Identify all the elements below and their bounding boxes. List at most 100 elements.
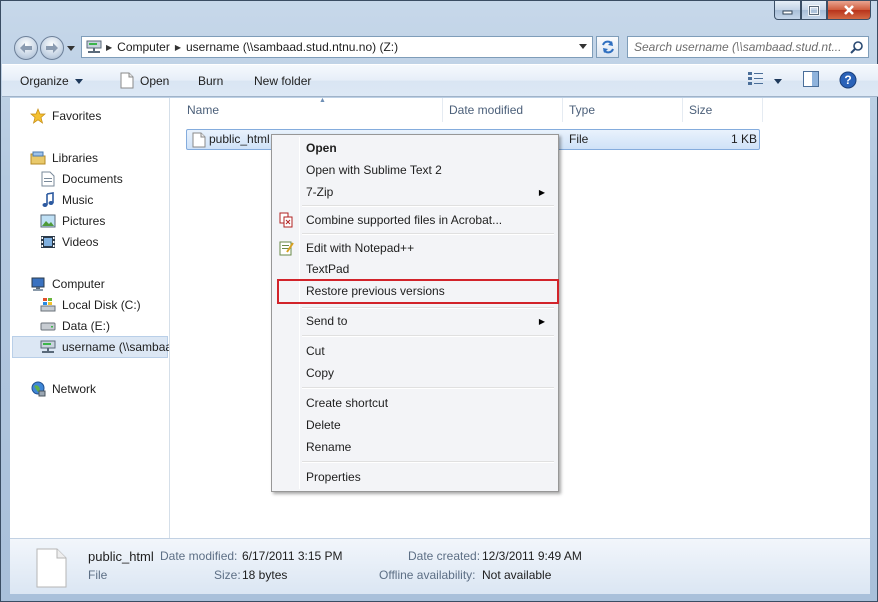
network-drive-icon [86, 40, 102, 53]
caption-buttons [774, 1, 871, 20]
maximize-button[interactable] [801, 1, 827, 20]
minimize-icon [782, 10, 793, 14]
column-type-label: Type [569, 103, 596, 117]
menu-item-create-shortcut[interactable]: Create shortcut [306, 393, 388, 413]
refresh-button[interactable] [596, 36, 619, 58]
nav-pictures-label: Pictures [62, 214, 106, 228]
nav-computer[interactable]: Computer [30, 274, 105, 294]
change-view-button[interactable] [748, 71, 764, 85]
nav-pictures[interactable]: Pictures [40, 211, 105, 231]
back-button[interactable] [14, 36, 38, 60]
menu-item-7zip-label: 7-Zip [306, 185, 334, 199]
submenu-arrow-icon: ▶ [538, 316, 545, 326]
preview-pane-icon [803, 71, 819, 87]
nav-network[interactable]: Network [30, 379, 96, 399]
burn-label: Burn [198, 74, 224, 88]
details-date-modified-label: Date modified: [160, 549, 238, 563]
details-size-label: Size: [214, 568, 241, 582]
organize-button[interactable]: Organize [20, 74, 83, 88]
menu-item-edit-notepad-label: Edit with Notepad++ [306, 241, 415, 255]
menu-separator [302, 335, 554, 337]
column-header-type[interactable]: Type [563, 98, 683, 122]
burn-button[interactable]: Burn [198, 74, 223, 88]
open-button[interactable]: Open [120, 72, 169, 89]
new-folder-button[interactable]: New folder [254, 74, 311, 88]
menu-separator [302, 307, 554, 309]
menu-item-cut-label: Cut [306, 344, 325, 358]
menu-item-combine-acrobat[interactable]: Combine supported files in Acrobat... [306, 210, 502, 230]
documents-icon [41, 171, 55, 187]
submenu-arrow-icon: ▶ [538, 187, 545, 197]
menu-item-cut[interactable]: Cut [306, 341, 325, 361]
breadcrumb-username-drive[interactable]: username (\\sambaad.stud.ntnu.no) (Z:) [181, 40, 403, 54]
menu-item-copy[interactable]: Copy [306, 363, 334, 383]
nav-data-drive[interactable]: Data (E:) [40, 316, 110, 336]
arrow-left-icon [20, 43, 32, 53]
column-header-date-modified[interactable]: Date modified [443, 98, 563, 122]
menu-item-send-to-label: Send to [306, 314, 348, 328]
file-name: public_html [209, 132, 270, 146]
open-label: Open [140, 73, 170, 88]
details-size-value: 18 bytes [242, 568, 288, 582]
notepad-plus-plus-icon [279, 241, 294, 256]
menu-item-textpad[interactable]: TextPad [306, 259, 349, 279]
menu-item-create-shortcut-label: Create shortcut [306, 396, 389, 410]
details-date-modified-value: 6/17/2011 3:15 PM [242, 549, 343, 563]
menu-item-rename[interactable]: Rename [306, 437, 351, 457]
details-file-name: public_html [88, 549, 154, 564]
videos-icon [41, 236, 55, 248]
menu-item-textpad-label: TextPad [306, 262, 350, 276]
nav-videos-label: Videos [62, 235, 99, 249]
column-header-size[interactable]: Size [683, 98, 763, 122]
nav-music-label: Music [62, 193, 94, 207]
close-button[interactable] [827, 1, 871, 20]
minimize-button[interactable] [774, 1, 801, 20]
nav-videos[interactable]: Videos [40, 232, 98, 252]
nav-network-label: Network [52, 382, 97, 396]
menu-item-delete[interactable]: Delete [306, 415, 341, 435]
column-header-name[interactable]: Name ▲ [181, 97, 443, 122]
nav-music[interactable]: Music [40, 190, 93, 210]
menu-item-open[interactable]: Open [306, 138, 337, 158]
menu-separator [302, 387, 554, 389]
address-bar[interactable]: ▶ Computer ▶ username (\\sambaad.stud.nt… [81, 36, 593, 58]
nav-username-drive-label: username (\\sambaad.stud.ntnu.no) (Z:) [62, 340, 169, 354]
command-bar: Organize Open Burn New folder ? [2, 64, 878, 97]
explorer-window: ▶ Computer ▶ username (\\sambaad.stud.nt… [0, 0, 878, 602]
nav-libraries[interactable]: Libraries [30, 148, 98, 168]
nav-local-disk[interactable]: Local Disk (C:) [40, 295, 141, 315]
libraries-icon [30, 151, 46, 165]
nav-documents[interactable]: Documents [40, 169, 123, 189]
menu-item-open-label: Open [306, 141, 337, 155]
music-icon [42, 192, 54, 207]
nav-data-drive-label: Data (E:) [62, 319, 111, 333]
nav-documents-label: Documents [62, 172, 123, 186]
help-button[interactable]: ? [839, 71, 857, 89]
navigation-pane: Favorites Libraries Documents Music Pict… [10, 98, 170, 538]
context-menu-gutter [299, 137, 300, 489]
chevron-down-icon [74, 78, 83, 84]
nav-favorites[interactable]: Favorites [30, 106, 101, 126]
close-icon [844, 5, 854, 15]
menu-item-send-to[interactable]: Send to ▶ [306, 311, 554, 331]
address-dropdown-icon[interactable] [579, 44, 587, 49]
menu-item-open-with-sublime[interactable]: Open with Sublime Text 2 [306, 160, 442, 180]
details-offline-label: Offline availability: [379, 568, 476, 582]
forward-button[interactable] [40, 36, 64, 60]
column-size-label: Size [689, 103, 713, 117]
new-folder-label: New folder [254, 74, 312, 88]
search-icon[interactable] [850, 40, 864, 54]
recent-pages-dropdown-icon[interactable] [67, 46, 75, 51]
acrobat-icon [279, 212, 293, 228]
menu-item-properties[interactable]: Properties [306, 467, 361, 487]
preview-pane-button[interactable] [803, 71, 819, 87]
search-input[interactable]: Search username (\\sambaad.stud.nt... [627, 36, 869, 58]
arrow-right-icon [46, 43, 58, 53]
menu-item-edit-notepad[interactable]: Edit with Notepad++ [306, 238, 414, 258]
breadcrumb-computer[interactable]: Computer [112, 40, 175, 54]
view-dropdown-icon[interactable] [774, 79, 782, 84]
file-icon [192, 132, 206, 148]
menu-item-7zip[interactable]: 7-Zip ▶ [306, 182, 554, 202]
file-type: File [569, 132, 589, 146]
nav-username-drive[interactable]: username (\\sambaad.stud.ntnu.no) (Z:) [40, 337, 169, 357]
